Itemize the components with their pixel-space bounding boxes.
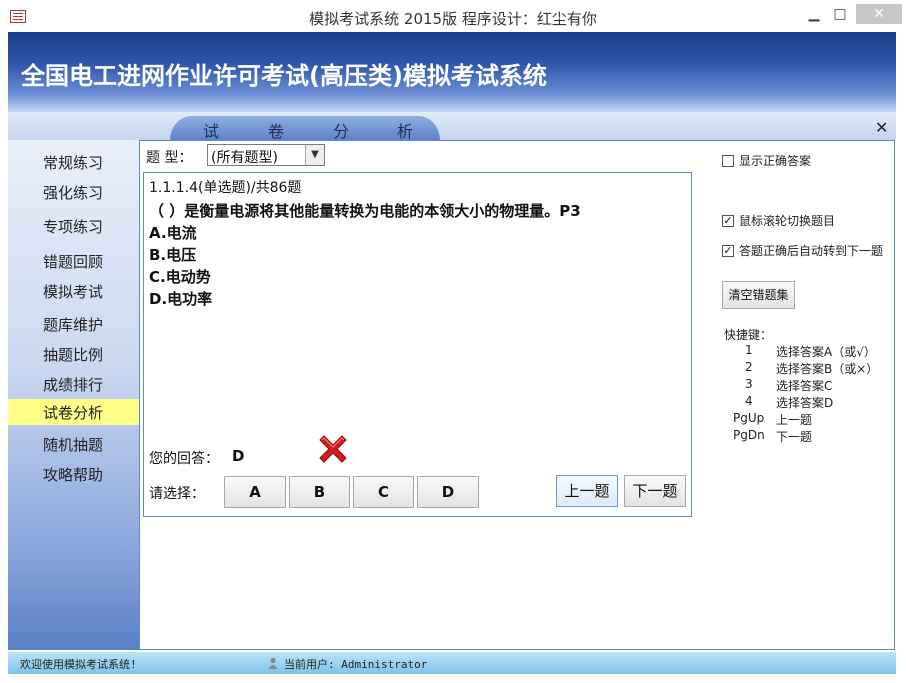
sidebar-item-label: 攻略帮助 xyxy=(43,466,104,484)
app-heading: 全国电工进网作业许可考试(高压类)模拟考试系统 xyxy=(21,62,547,90)
sidebar-item-label: 常规练习 xyxy=(43,154,104,172)
wrong-answer-icon xyxy=(319,435,347,463)
tab-char: 卷 xyxy=(268,122,285,141)
shortcut-key: PgUp xyxy=(733,411,765,425)
status-bar xyxy=(8,652,896,674)
check-icon: ✓ xyxy=(723,214,733,227)
tab-char: 析 xyxy=(397,122,414,141)
question-stem: （ ）是衡量电源将其他能量转换为电能的本领大小的物理量。P3 xyxy=(149,202,581,220)
clear-wrong-set-button[interactable]: 清空错题集 xyxy=(722,281,795,309)
shortcut-desc: 选择答案A（或√） xyxy=(776,345,876,359)
sidebar-item-wrong-review[interactable]: 错题回顾 xyxy=(8,248,139,274)
shortcut-key: 4 xyxy=(745,394,753,408)
status-current-user: 当前用户: Administrator xyxy=(284,658,428,671)
sidebar-item-intensive-practice[interactable]: 强化练习 xyxy=(8,179,139,205)
tab-char: 试 xyxy=(203,122,220,141)
sidebar-item-label: 模拟考试 xyxy=(43,283,104,301)
app-window: 模拟考试系统 2015版 程序设计：红尘有你 ▁ □ ✕ 全国电工进网作业许可考… xyxy=(0,0,906,683)
shortcut-desc: 选择答案B（或×） xyxy=(776,362,879,376)
question-type-select[interactable]: (所有题型) ▼ xyxy=(207,144,325,166)
option-d: D.电功率 xyxy=(149,290,213,308)
shortcut-desc: 选择答案D xyxy=(776,396,834,410)
choice-a-button[interactable]: A xyxy=(224,476,286,508)
tab-char: 分 xyxy=(333,122,350,141)
window-bottom-edge xyxy=(0,674,906,683)
sidebar-item-label: 错题回顾 xyxy=(43,253,104,271)
auto-next-checkbox[interactable]: ✓ xyxy=(722,245,734,257)
wheel-switch-label: 鼠标滚轮切换题目 xyxy=(739,214,836,228)
sidebar-item-label: 抽题比例 xyxy=(43,346,104,364)
option-b: B.电压 xyxy=(149,246,197,264)
sidebar-item-ranking[interactable]: 成绩排行 xyxy=(8,371,139,397)
window-title: 模拟考试系统 2015版 程序设计：红尘有你 xyxy=(309,10,597,28)
sidebar-item-mock-exam[interactable]: 模拟考试 xyxy=(8,278,139,304)
sidebar-item-label: 随机抽题 xyxy=(43,436,104,454)
user-icon xyxy=(268,657,278,669)
shortcut-desc: 选择答案C xyxy=(776,379,833,393)
your-answer-label: 您的回答： xyxy=(149,451,219,467)
choice-c-button[interactable]: C xyxy=(353,476,414,508)
shortcut-desc: 下一题 xyxy=(776,430,813,444)
question-meta: 1.1.1.4(单选题)/共86题 xyxy=(149,180,302,196)
close-tab-icon[interactable]: ✕ xyxy=(875,118,888,137)
show-correct-label: 显示正确答案 xyxy=(739,154,812,168)
header-banner: 全国电工进网作业许可考试(高压类)模拟考试系统 xyxy=(8,32,896,112)
sidebar-item-help[interactable]: 攻略帮助 xyxy=(8,461,139,487)
sidebar-item-paper-analysis[interactable]: 试卷分析 xyxy=(8,399,139,425)
question-type-value: (所有题型) xyxy=(211,150,278,166)
maximize-button[interactable]: □ xyxy=(826,4,854,24)
prev-question-button[interactable]: 上一题 xyxy=(556,475,618,507)
sidebar-item-label: 试卷分析 xyxy=(43,404,104,422)
close-window-button[interactable]: ✕ xyxy=(856,4,902,24)
option-a: A.电流 xyxy=(149,224,197,242)
status-welcome: 欢迎使用模拟考试系统! xyxy=(20,658,137,671)
shortcut-key: PgDn xyxy=(733,428,765,442)
tab-strip xyxy=(8,112,896,140)
sidebar-item-topic-practice[interactable]: 专项练习 xyxy=(8,213,139,239)
minimize-button[interactable]: ▁ xyxy=(800,4,828,24)
next-question-button[interactable]: 下一题 xyxy=(624,475,686,507)
shortcut-key: 3 xyxy=(745,377,753,391)
check-icon: ✓ xyxy=(723,244,733,257)
title-bar: 模拟考试系统 2015版 程序设计：红尘有你 ▁ □ ✕ xyxy=(0,0,906,32)
sidebar-item-label: 专项练习 xyxy=(43,218,104,236)
choice-d-button[interactable]: D xyxy=(417,476,479,508)
question-type-label: 题 型： xyxy=(146,150,193,166)
sidebar-item-regular-practice[interactable]: 常规练习 xyxy=(8,149,139,175)
shortcut-key: 1 xyxy=(745,343,753,357)
shortcut-key: 2 xyxy=(745,360,753,374)
your-answer-value: D xyxy=(232,447,245,465)
show-correct-checkbox[interactable] xyxy=(722,155,734,167)
question-box xyxy=(143,172,692,517)
sidebar-item-label: 强化练习 xyxy=(43,184,104,202)
sidebar-item-draw-ratio[interactable]: 抽题比例 xyxy=(8,341,139,367)
shortcut-desc: 上一题 xyxy=(776,413,813,427)
sidebar-item-bank-maintenance[interactable]: 题库维护 xyxy=(8,311,139,337)
chevron-down-icon[interactable]: ▼ xyxy=(305,145,324,165)
sidebar-item-random-draw[interactable]: 随机抽题 xyxy=(8,431,139,457)
sidebar-item-label: 成绩排行 xyxy=(43,376,104,394)
choose-label: 请选择： xyxy=(149,486,205,502)
wheel-switch-checkbox[interactable]: ✓ xyxy=(722,215,734,227)
auto-next-label: 答题正确后自动转到下一题 xyxy=(739,244,884,258)
sidebar-item-label: 题库维护 xyxy=(43,316,104,334)
shortcuts-title: 快捷键： xyxy=(724,328,773,342)
option-c: C.电动势 xyxy=(149,268,211,286)
choice-b-button[interactable]: B xyxy=(289,476,350,508)
